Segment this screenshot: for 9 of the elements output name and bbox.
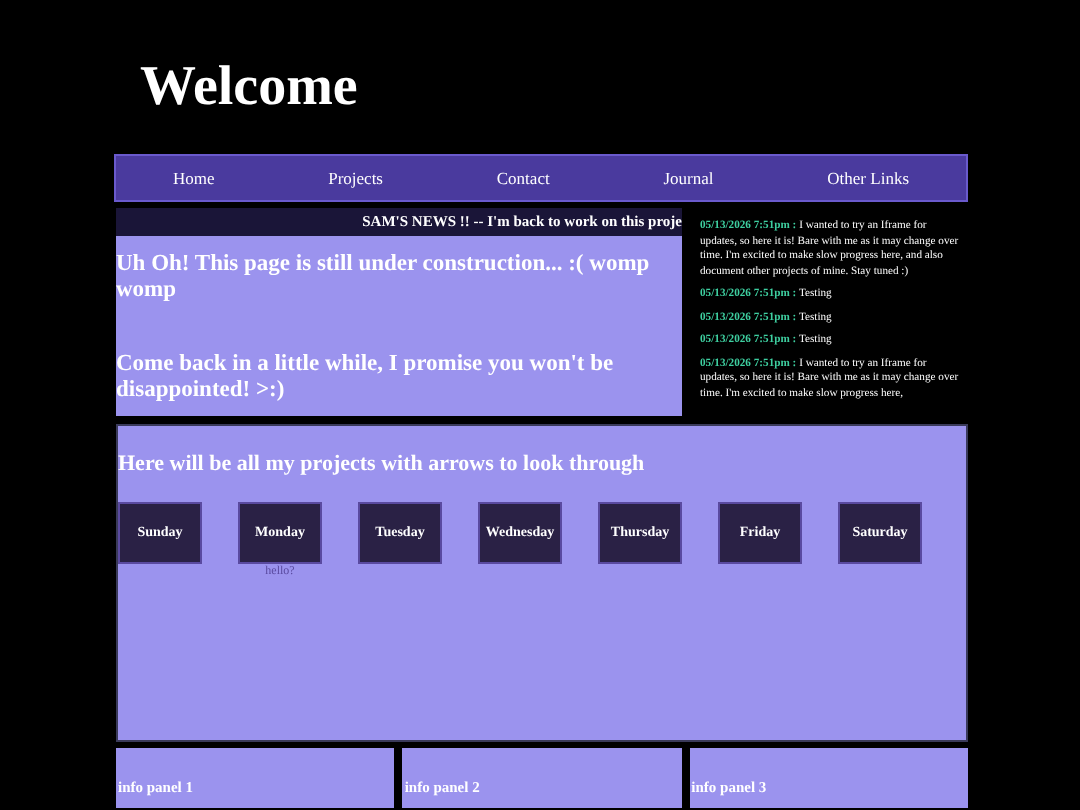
nav-link[interactable]: Contact — [496, 165, 550, 191]
nav-link[interactable]: Journal — [663, 165, 714, 191]
page-title: Welcome — [140, 56, 358, 120]
notice-text: Uh Oh! This page is still under construction... :( womp womp — [116, 252, 652, 304]
nav-link[interactable]: Projects — [328, 165, 383, 191]
notice-text: Come back in a little while, I promise you won't be disappointed! >:) — [116, 352, 616, 404]
projects-heading: Here will be all my projects with arrows to look through — [118, 450, 645, 478]
nav-link[interactable]: Home — [172, 165, 215, 191]
nav-link[interactable]: Other Links — [827, 165, 909, 191]
